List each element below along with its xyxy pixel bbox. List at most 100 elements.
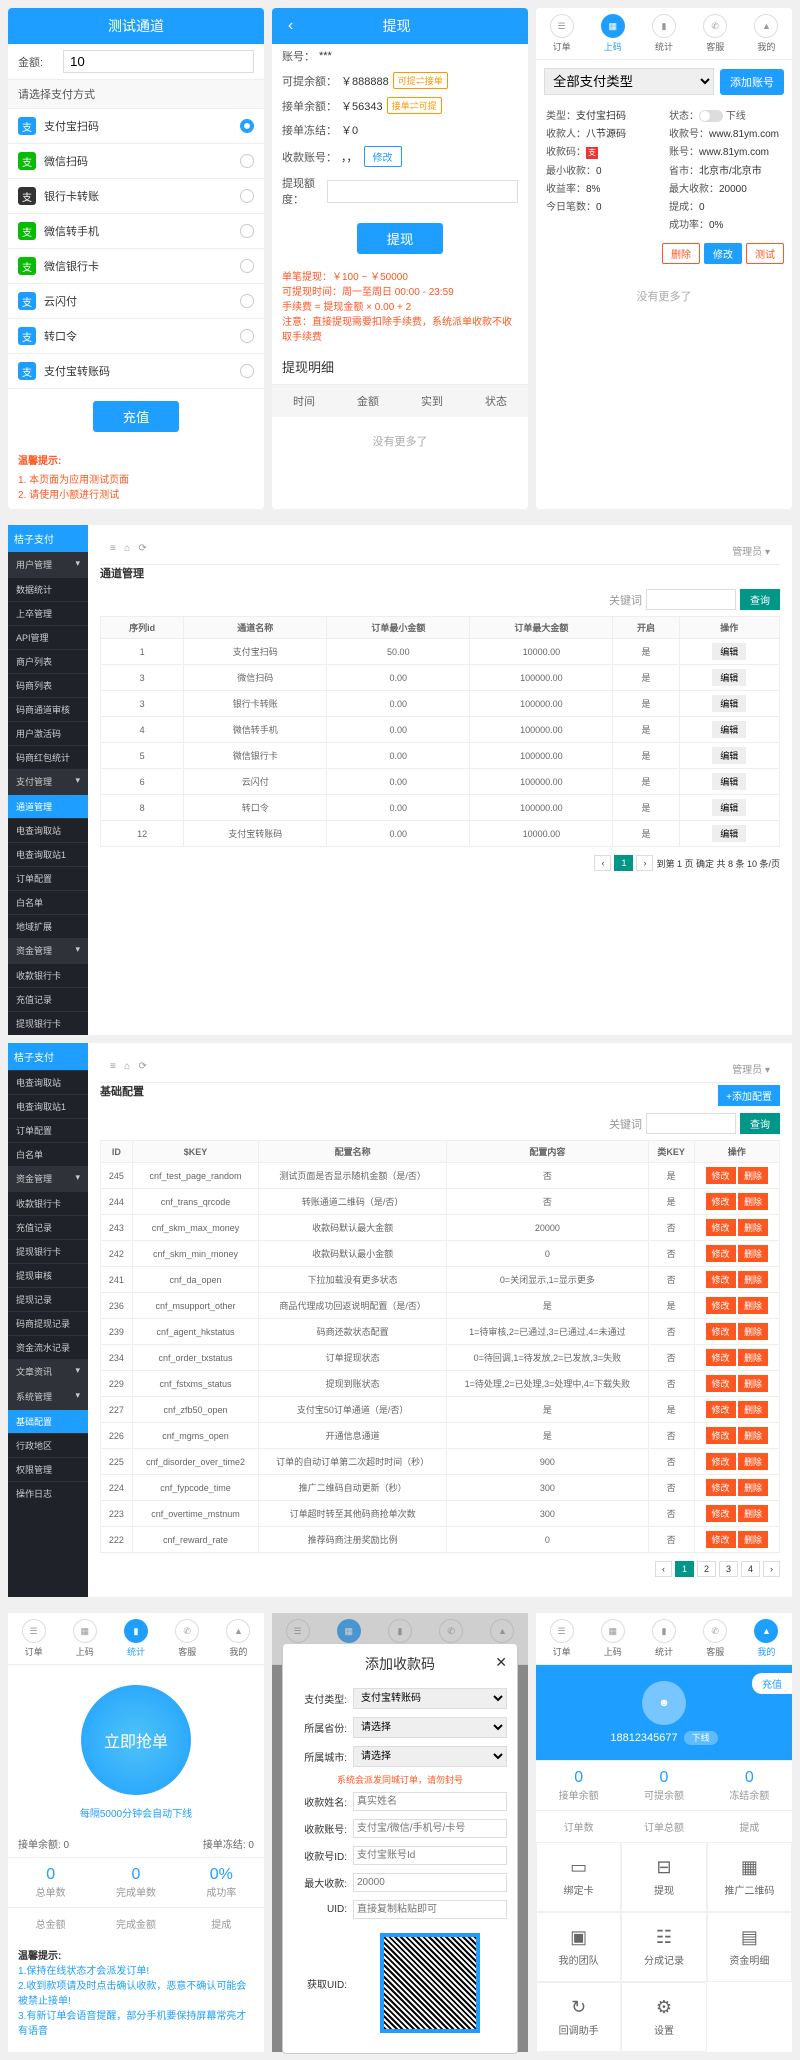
edit-button[interactable]: 编辑	[712, 643, 746, 660]
radio-icon[interactable]	[240, 259, 254, 273]
menu-item[interactable]: ▣我的团队	[536, 1912, 621, 1982]
recharge-pill[interactable]: 充值	[752, 1673, 792, 1694]
modify-button[interactable]: 修改	[706, 1245, 736, 1262]
sidebar-item[interactable]: 电查询取站1	[8, 842, 88, 866]
amount-input[interactable]	[63, 50, 254, 73]
sidebar-group-fund[interactable]: 资金管理▾	[8, 938, 88, 963]
sidebar-group-user[interactable]: 用户管理▾	[8, 552, 88, 577]
modal-input[interactable]	[353, 1792, 507, 1811]
modify-button[interactable]: 修改	[706, 1167, 736, 1184]
menu-item[interactable]: ▦推广二维码	[707, 1842, 792, 1912]
withdraw-amount-input[interactable]	[327, 180, 518, 203]
pager-1[interactable]: 1	[614, 855, 633, 871]
pay-option[interactable]: 支云闪付	[8, 284, 264, 319]
sidebar-item[interactable]: 提现记录	[8, 1287, 88, 1311]
sidebar-item[interactable]: 电查询取站	[8, 818, 88, 842]
withdraw-button[interactable]: 提现	[357, 223, 444, 254]
tab-我的[interactable]: ▲我的	[213, 1613, 264, 1664]
search-button-2[interactable]: 查询	[740, 1113, 780, 1134]
sidebar-item[interactable]: 电查询取站	[8, 1070, 88, 1094]
back-icon[interactable]: ‹	[280, 17, 293, 35]
tab-上码[interactable]: ▦上码	[587, 1613, 638, 1664]
delete-button[interactable]: 删除	[738, 1453, 768, 1470]
sidebar-item[interactable]: 通道管理	[8, 794, 88, 818]
sidebar-item[interactable]: 订单配置	[8, 1118, 88, 1142]
menu-item[interactable]: ☷分成记录	[621, 1912, 706, 1982]
pay-option[interactable]: 支支付宝扫码	[8, 109, 264, 144]
search-button[interactable]: 查询	[740, 589, 780, 610]
sidebar-group-article[interactable]: 文章资讯▾	[8, 1359, 88, 1384]
radio-icon[interactable]	[240, 329, 254, 343]
modal-input[interactable]	[353, 1819, 507, 1838]
modify-button[interactable]: 修改	[706, 1271, 736, 1288]
grab-button[interactable]: 立即抢单	[81, 1685, 191, 1795]
radio-icon[interactable]	[240, 189, 254, 203]
tab-我的[interactable]: ▲我的	[741, 8, 792, 59]
tab-统计[interactable]: ▮统计	[638, 1613, 689, 1664]
sidebar-item[interactable]: 订单配置	[8, 866, 88, 890]
tag-withdraw-order[interactable]: 可提⇌接单	[393, 72, 448, 89]
delete-button[interactable]: 删除	[738, 1323, 768, 1340]
sidebar-group-pay[interactable]: 支付管理▾	[8, 769, 88, 794]
delete-button[interactable]: 删除	[738, 1167, 768, 1184]
test-button[interactable]: 测试	[746, 243, 784, 264]
sidebar-item[interactable]: 收款银行卡	[8, 1191, 88, 1215]
pay-option[interactable]: 支支付宝转账码	[8, 354, 264, 389]
sidebar-item[interactable]: 操作日志	[8, 1481, 88, 1505]
edit-button[interactable]: 编辑	[712, 669, 746, 686]
radio-icon[interactable]	[240, 224, 254, 238]
menu-item[interactable]: ▭绑定卡	[536, 1842, 621, 1912]
tab-订单[interactable]: ☰订单	[536, 1613, 587, 1664]
radio-icon[interactable]	[240, 154, 254, 168]
tab-上码[interactable]: ▦上码	[587, 8, 638, 59]
sidebar-item[interactable]: 商户列表	[8, 649, 88, 673]
delete-button[interactable]: 删除	[738, 1479, 768, 1496]
pay-option[interactable]: 支微信转手机	[8, 214, 264, 249]
sidebar-item[interactable]: 资金流水记录	[8, 1335, 88, 1359]
close-icon[interactable]: ✕	[495, 1654, 507, 1671]
pager-prev[interactable]: ‹	[594, 855, 611, 871]
keyword-input-2[interactable]	[646, 1113, 736, 1134]
sidebar-item[interactable]: 收款银行卡	[8, 963, 88, 987]
delete-button[interactable]: 删除	[738, 1297, 768, 1314]
sidebar-item[interactable]: API管理	[8, 625, 88, 649]
pay-type-select[interactable]: 全部支付类型	[544, 68, 714, 95]
edit-button[interactable]: 编辑	[712, 747, 746, 764]
tag-order-withdraw[interactable]: 接单⇌可提	[387, 97, 442, 114]
pay-option[interactable]: 支银行卡转账	[8, 179, 264, 214]
status-toggle[interactable]	[699, 110, 723, 122]
edit-button[interactable]: 编辑	[712, 799, 746, 816]
change-button[interactable]: 修改	[364, 146, 402, 167]
delete-button[interactable]: 删除	[662, 243, 700, 264]
modal-input[interactable]	[353, 1900, 507, 1919]
tab-订单[interactable]: ☰订单	[8, 1613, 59, 1664]
delete-button[interactable]: 删除	[738, 1245, 768, 1262]
edit-button[interactable]: 编辑	[712, 695, 746, 712]
sidebar-item[interactable]: 白名单	[8, 890, 88, 914]
modify-button[interactable]: 修改	[706, 1349, 736, 1366]
recharge-button[interactable]: 充值	[93, 401, 180, 432]
modal-select[interactable]: 请选择	[353, 1746, 507, 1767]
sidebar-item[interactable]: 电查询取站1	[8, 1094, 88, 1118]
edit-button[interactable]: 编辑	[712, 825, 746, 842]
radio-icon[interactable]	[240, 119, 254, 133]
sidebar-item[interactable]: 数据统计	[8, 577, 88, 601]
modify-button[interactable]: 修改	[706, 1193, 736, 1210]
delete-button[interactable]: 删除	[738, 1349, 768, 1366]
menu-item[interactable]: ⊟提现	[621, 1842, 706, 1912]
sidebar-item[interactable]: 用户激活码	[8, 721, 88, 745]
sidebar-item[interactable]: 白名单	[8, 1142, 88, 1166]
modify-button[interactable]: 修改	[706, 1297, 736, 1314]
modify-button[interactable]: 修改	[706, 1323, 736, 1340]
tab-客服[interactable]: ✆客服	[690, 1613, 741, 1664]
modal-input[interactable]	[353, 1846, 507, 1865]
keyword-input[interactable]	[646, 589, 736, 610]
sidebar-item[interactable]: 提现银行卡	[8, 1011, 88, 1035]
modify-button[interactable]: 修改	[706, 1479, 736, 1496]
tab-上码[interactable]: ▦上码	[59, 1613, 110, 1664]
menu-item[interactable]: ↻回调助手	[536, 1982, 621, 2052]
radio-icon[interactable]	[240, 294, 254, 308]
sidebar-item[interactable]: 地域扩展	[8, 914, 88, 938]
pay-option[interactable]: 支转口令	[8, 319, 264, 354]
sidebar-group-system[interactable]: 系统管理▾	[8, 1384, 88, 1409]
